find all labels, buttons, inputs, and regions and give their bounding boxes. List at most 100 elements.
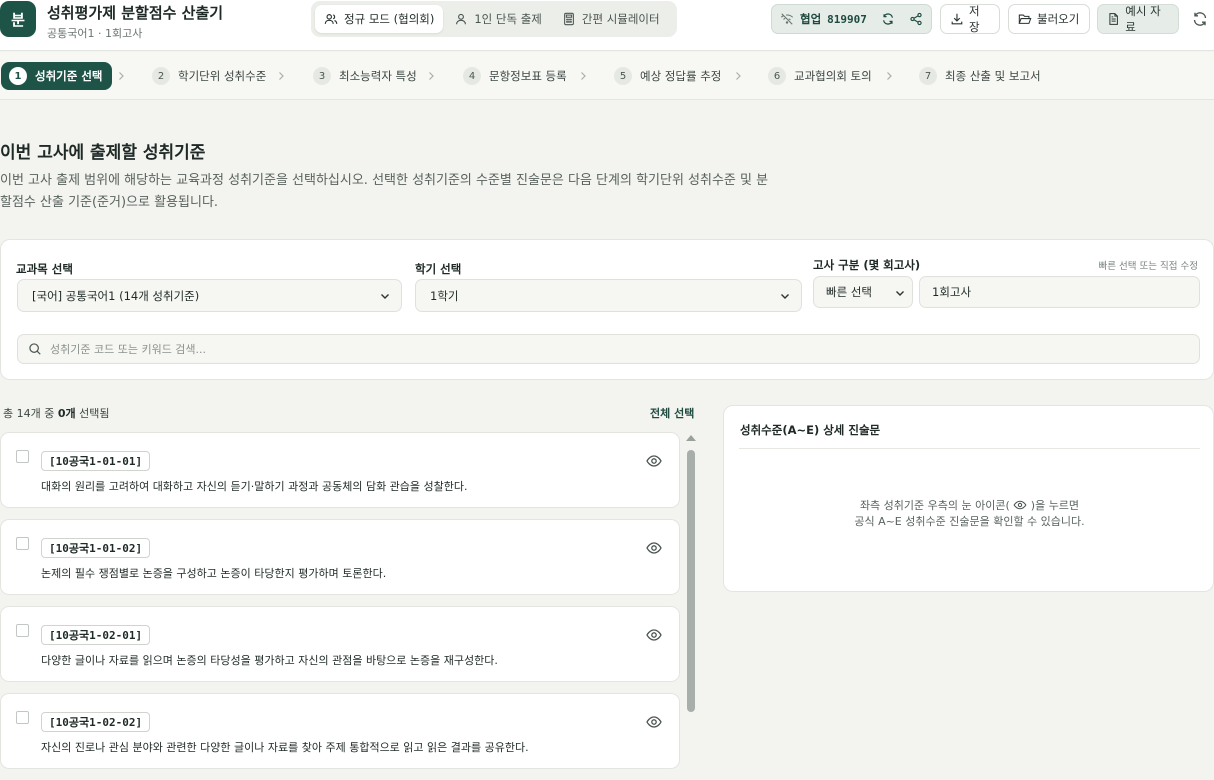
- step-6-label: 교과협의회 토의: [794, 69, 872, 83]
- collab-label: 협업: [800, 12, 822, 26]
- detail-panel-message: 좌측 성취기준 우측의 눈 아이콘( )을 누르면 공식 A~E 성취수준 진술…: [724, 498, 1214, 530]
- chevron-right-icon: [429, 72, 434, 80]
- subject-label: 교과목 선택: [16, 262, 73, 276]
- quick-select-value: 빠른 선택: [826, 285, 872, 299]
- users-icon: [324, 14, 338, 24]
- standard-code: [10공국1-02-02]: [41, 712, 151, 732]
- save-button[interactable]: 저장: [940, 4, 1000, 34]
- eye-icon[interactable]: [646, 714, 662, 730]
- refresh-icon: [1193, 12, 1207, 26]
- collab-box: 협업 819907: [771, 4, 932, 34]
- standard-item[interactable]: [10공국1-02-01] 다양한 글이나 자료를 읽으며 논증의 타당성을 평…: [0, 606, 680, 682]
- step-1-number: 1: [9, 67, 27, 85]
- scroll-up-arrow[interactable]: [686, 435, 696, 441]
- step-2[interactable]: 2 학기단위 성취수준: [152, 62, 266, 90]
- step-5-number: 5: [614, 67, 632, 85]
- step-1-label: 성취기준 선택: [35, 69, 103, 83]
- standard-code: [10공국1-02-01]: [41, 625, 151, 645]
- filter-card: 교과목 선택 [국어] 공통국어1 (14개 성취기준) 학기 선택 1학기 고…: [0, 239, 1214, 380]
- standard-checkbox[interactable]: [16, 624, 29, 637]
- chevron-right-icon: [279, 72, 284, 80]
- step-3-number: 3: [313, 67, 331, 85]
- semester-label: 학기 선택: [415, 262, 462, 276]
- refresh-button[interactable]: [1189, 8, 1211, 30]
- detail-panel-title: 성취수준(A~E) 상세 진술문: [740, 423, 881, 437]
- semester-select[interactable]: 1학기: [415, 279, 802, 312]
- mode-switcher: 정규 모드 (협의회) 1인 단독 출제 간편 시뮬레이터: [311, 1, 677, 37]
- step-6[interactable]: 6 교과협의회 토의: [768, 62, 872, 90]
- chevron-down-icon: [896, 291, 904, 296]
- chevron-right-icon: [119, 72, 124, 80]
- exam-label: 고사 구분 (몇 회고사): [813, 258, 921, 272]
- step-1[interactable]: 1 성취기준 선택: [1, 62, 113, 90]
- selection-count: 총 14개 중 0개 선택됨: [3, 405, 110, 421]
- wifi-off-icon: [780, 13, 794, 25]
- standard-item[interactable]: [10공국1-01-02] 논제의 필수 쟁점별로 논증을 구성하고 논증이 타…: [0, 519, 680, 595]
- step-4-label: 문항정보표 등록: [489, 69, 567, 83]
- list-scrollbar[interactable]: [683, 432, 699, 780]
- sample-button[interactable]: 예시 자료: [1097, 4, 1179, 34]
- standard-item[interactable]: [10공국1-02-02] 자신의 진로나 관심 분야와 관련한 다양한 글이나…: [0, 693, 680, 769]
- mode-solo-label: 1인 단독 출제: [474, 12, 542, 26]
- subject-select[interactable]: [국어] 공통국어1 (14개 성취기준): [17, 279, 402, 312]
- download-icon: [951, 13, 963, 25]
- save-label: 저장: [968, 4, 980, 34]
- stepper: 1 성취기준 선택 2 학기단위 성취수준 3 최소능력자 특성 4 문항정보표…: [0, 52, 1214, 100]
- mode-solo-button[interactable]: 1인 단독 출제: [445, 5, 551, 33]
- share-icon[interactable]: [909, 12, 923, 26]
- top-bar: 분 성취평가제 분할점수 산출기 공통국어1 · 1회고사 정규 모드 (협의회…: [0, 0, 1214, 51]
- chevron-right-icon: [887, 72, 892, 80]
- standard-checkbox[interactable]: [16, 537, 29, 550]
- eye-icon[interactable]: [646, 453, 662, 469]
- standard-description: 자신의 진로나 관심 분야와 관련한 다양한 글이나 자료를 찾아 주제 통합적…: [41, 741, 529, 754]
- count-prefix: 총 14개 중: [3, 407, 58, 420]
- chevron-right-icon: [581, 72, 586, 80]
- step-4[interactable]: 4 문항정보표 등록: [463, 62, 567, 90]
- scroll-thumb[interactable]: [687, 450, 695, 712]
- step-4-number: 4: [463, 67, 481, 85]
- exam-input-value: 1회고사: [932, 285, 972, 299]
- eye-icon[interactable]: [646, 540, 662, 556]
- subject-select-value: [국어] 공통국어1 (14개 성취기준): [32, 288, 200, 303]
- step-7-label: 최종 산출 및 보고서: [945, 69, 1041, 83]
- standard-description: 다양한 글이나 자료를 읽으며 논증의 타당성을 평가하고 자신의 관점을 바탕…: [41, 654, 498, 667]
- page-description: 이번 고사 출제 범위에 해당하는 교육과정 성취기준을 선택하십시오. 선택한…: [0, 170, 780, 214]
- sample-label: 예시 자료: [1125, 4, 1161, 34]
- step-6-number: 6: [768, 67, 786, 85]
- mode-simulator-button[interactable]: 간편 시뮬레이터: [553, 5, 669, 33]
- exam-input[interactable]: 1회고사: [919, 276, 1200, 308]
- divider: [739, 448, 1200, 449]
- search-icon: [29, 343, 41, 355]
- count-selected: 0개: [57, 407, 76, 420]
- sync-icon[interactable]: [881, 12, 895, 26]
- load-button[interactable]: 불러오기: [1008, 4, 1090, 34]
- file-text-icon: [1109, 13, 1118, 25]
- step-3-label: 최소능력자 특성: [339, 69, 417, 83]
- quick-select[interactable]: 빠른 선택: [813, 276, 913, 308]
- user-icon: [456, 13, 467, 25]
- page-description-line-2: 할점수 산출 기준(준거)으로 활용됩니다.: [0, 195, 219, 210]
- standard-checkbox[interactable]: [16, 450, 29, 463]
- semester-select-value: 1학기: [430, 288, 459, 303]
- step-2-label: 학기단위 성취수준: [178, 69, 267, 83]
- select-all-button[interactable]: 전체 선택: [650, 405, 694, 421]
- app-subtitle: 공통국어1 · 1회고사: [47, 27, 143, 40]
- step-7-number: 7: [919, 67, 937, 85]
- page-description-line-1: 이번 고사 출제 범위에 해당하는 교육과정 성취기준을 선택하십시오. 선택한…: [0, 173, 769, 188]
- eye-icon[interactable]: [646, 627, 662, 643]
- standard-code: [10공국1-01-02]: [41, 538, 151, 558]
- message-after-icon: )을 누르면: [1030, 499, 1080, 512]
- step-5[interactable]: 5 예상 정답률 추정: [614, 62, 721, 90]
- step-7[interactable]: 7 최종 산출 및 보고서: [919, 62, 1041, 90]
- step-3[interactable]: 3 최소능력자 특성: [313, 62, 417, 90]
- collab-code: 819907: [827, 12, 867, 26]
- standard-item[interactable]: [10공국1-01-01] 대화의 원리를 고려하여 대화하고 자신의 듣기·말…: [0, 432, 680, 508]
- mode-simulator-label: 간편 시뮬레이터: [581, 12, 660, 26]
- standard-checkbox[interactable]: [16, 711, 29, 724]
- search-input[interactable]: [50, 342, 1150, 356]
- standard-description: 대화의 원리를 고려하여 대화하고 자신의 듣기·말하기 과정과 공동체의 담화…: [41, 480, 468, 493]
- search-box[interactable]: [17, 334, 1200, 364]
- calculator-icon: [563, 12, 574, 26]
- mode-regular-button[interactable]: 정규 모드 (협의회): [315, 5, 444, 33]
- chevron-down-icon: [781, 294, 789, 299]
